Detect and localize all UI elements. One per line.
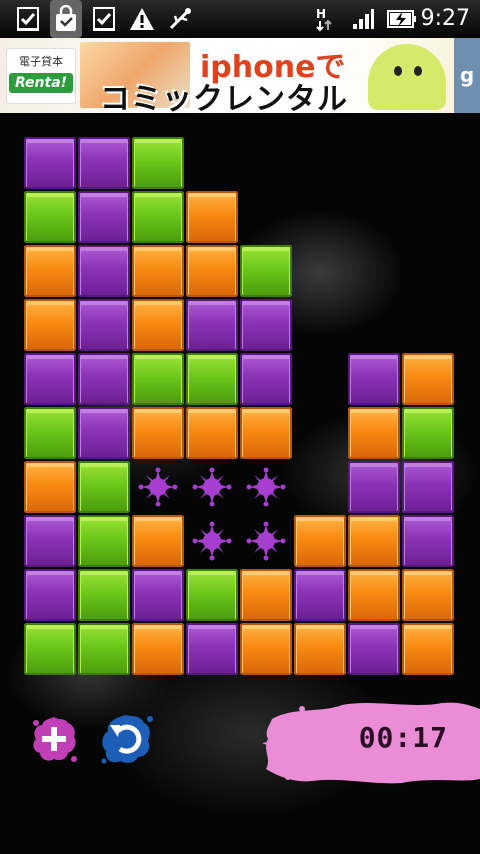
status-bar: H 9:27 <box>0 0 480 38</box>
splat-marker-icon <box>192 521 232 561</box>
orange-block[interactable] <box>294 515 346 567</box>
ad-subheadline: コミックレンタル <box>100 82 348 113</box>
green-block[interactable] <box>402 407 454 459</box>
purple-block[interactable] <box>186 299 238 351</box>
purple-block[interactable] <box>24 137 76 189</box>
ad-brand-logo: 電子貸本 Renta! <box>6 48 76 104</box>
timer-panel: 00:17 <box>262 699 480 785</box>
orange-block[interactable] <box>348 515 400 567</box>
ad-banner[interactable]: 電子貸本 Renta! iphoneで コミックレンタル g <box>0 38 480 113</box>
orange-block[interactable] <box>348 569 400 621</box>
signal-icon <box>350 0 376 38</box>
orange-block[interactable] <box>24 245 76 297</box>
green-block[interactable] <box>132 191 184 243</box>
purple-block[interactable] <box>348 461 400 513</box>
purple-block[interactable] <box>402 515 454 567</box>
orange-block[interactable] <box>132 515 184 567</box>
purple-block[interactable] <box>78 245 130 297</box>
green-block[interactable] <box>132 353 184 405</box>
green-block[interactable] <box>240 245 292 297</box>
undo-button[interactable] <box>98 711 154 767</box>
usb-icon <box>166 0 194 38</box>
purple-block[interactable] <box>240 299 292 351</box>
purple-block[interactable] <box>78 407 130 459</box>
purple-block[interactable] <box>294 569 346 621</box>
data-arrows-icon: H <box>314 0 334 38</box>
warning-icon <box>128 0 156 38</box>
purple-block[interactable] <box>240 353 292 405</box>
orange-block[interactable] <box>402 569 454 621</box>
purple-block[interactable] <box>78 191 130 243</box>
purple-block[interactable] <box>402 461 454 513</box>
green-block[interactable] <box>78 461 130 513</box>
orange-block[interactable] <box>132 407 184 459</box>
green-block[interactable] <box>78 569 130 621</box>
green-block[interactable] <box>186 569 238 621</box>
ad-corner-badge[interactable]: g <box>454 38 480 113</box>
green-block[interactable] <box>24 191 76 243</box>
splat-marker-icon <box>192 467 232 507</box>
orange-block[interactable] <box>132 623 184 675</box>
download-done-icon <box>90 0 118 38</box>
add-button[interactable] <box>28 713 80 765</box>
download-done-icon <box>14 0 42 38</box>
purple-block[interactable] <box>348 623 400 675</box>
splat-marker-icon <box>138 467 178 507</box>
purple-block[interactable] <box>78 353 130 405</box>
orange-block[interactable] <box>186 191 238 243</box>
purple-block[interactable] <box>348 353 400 405</box>
orange-block[interactable] <box>402 623 454 675</box>
purple-block[interactable] <box>78 137 130 189</box>
green-block[interactable] <box>78 515 130 567</box>
orange-block[interactable] <box>402 353 454 405</box>
purple-block[interactable] <box>132 569 184 621</box>
ad-brand-jp: 電子貸本 <box>19 55 63 68</box>
orange-block[interactable] <box>240 407 292 459</box>
undo-icon <box>101 715 153 764</box>
green-block[interactable] <box>24 407 76 459</box>
orange-block[interactable] <box>132 299 184 351</box>
game-area: 00:17 <box>0 113 480 854</box>
ad-brand-name: Renta! <box>8 73 74 93</box>
orange-block[interactable] <box>186 407 238 459</box>
green-block[interactable] <box>24 623 76 675</box>
splat-marker-icon <box>246 467 286 507</box>
svg-text:H: H <box>316 7 326 21</box>
ad-mascot-image <box>368 44 446 110</box>
orange-block[interactable] <box>132 245 184 297</box>
bag-icon <box>50 0 82 38</box>
orange-block[interactable] <box>294 623 346 675</box>
purple-block[interactable] <box>24 353 76 405</box>
green-block[interactable] <box>186 353 238 405</box>
orange-block[interactable] <box>24 299 76 351</box>
status-time: 9:27 <box>420 6 470 31</box>
timer-value: 00:17 <box>358 721 448 754</box>
orange-block[interactable] <box>240 623 292 675</box>
green-block[interactable] <box>132 137 184 189</box>
puzzle-board[interactable] <box>0 113 480 713</box>
purple-block[interactable] <box>24 569 76 621</box>
purple-block[interactable] <box>186 623 238 675</box>
purple-block[interactable] <box>78 299 130 351</box>
splat-marker-icon <box>246 521 286 561</box>
purple-block[interactable] <box>24 515 76 567</box>
orange-block[interactable] <box>24 461 76 513</box>
green-block[interactable] <box>78 623 130 675</box>
orange-block[interactable] <box>240 569 292 621</box>
battery-charging-icon <box>386 0 418 38</box>
orange-block[interactable] <box>348 407 400 459</box>
plus-splat-icon <box>33 717 77 762</box>
orange-block[interactable] <box>186 245 238 297</box>
